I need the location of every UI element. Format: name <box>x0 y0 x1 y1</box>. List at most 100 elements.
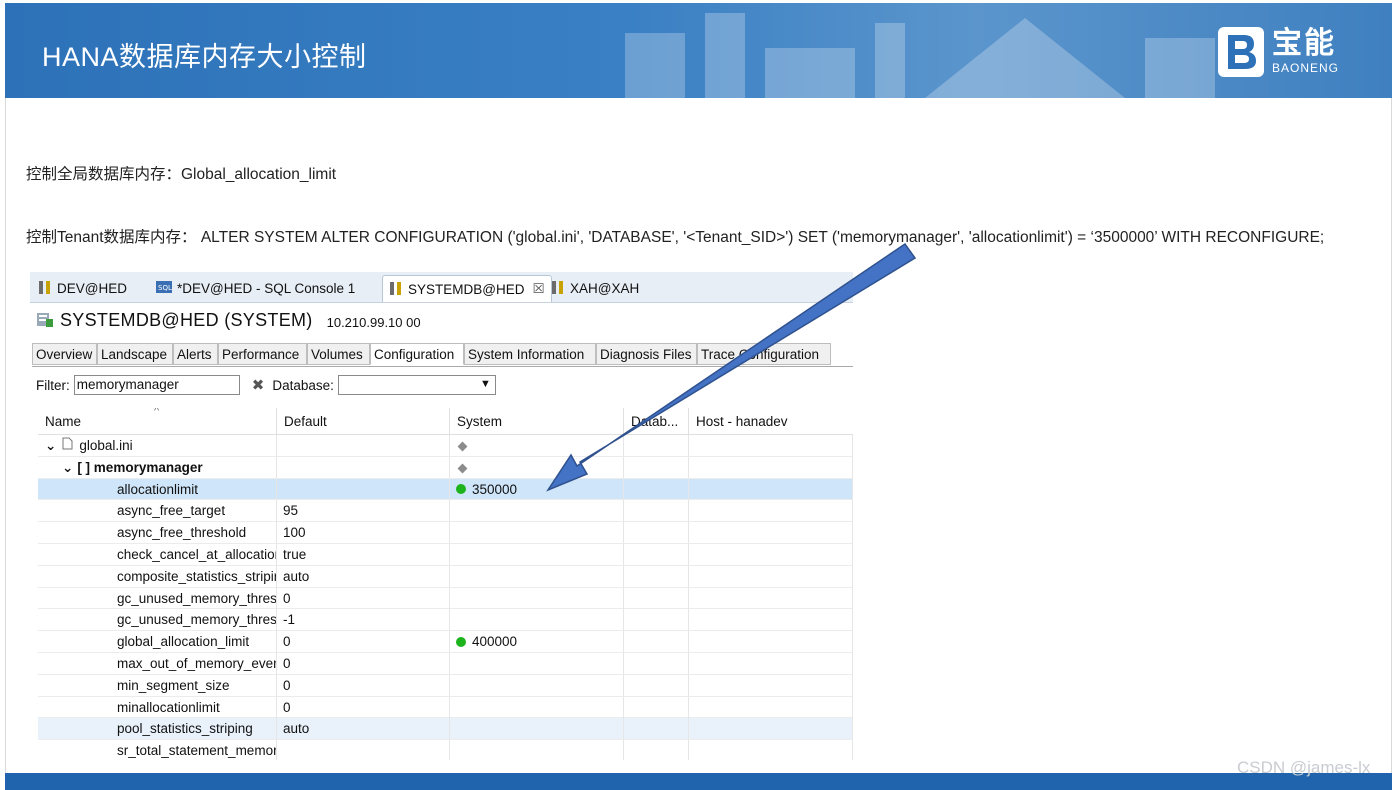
close-icon[interactable]: ☒ <box>532 281 544 297</box>
global-limit-text: 控制全局数据库内存：Global_allocation_limit <box>26 166 337 183</box>
tab-system-information[interactable]: System Information <box>464 343 596 365</box>
grid-cell <box>624 740 689 760</box>
table-row[interactable]: allocationlimit 350000 <box>38 478 853 501</box>
tab-xah-xah[interactable]: XAH@XAH <box>545 275 645 301</box>
system-cell <box>450 435 624 456</box>
table-row[interactable]: async_free_target 95 <box>38 500 853 523</box>
table-row[interactable]: pool_statistics_striping auto <box>38 718 853 741</box>
column-database[interactable]: Datab... <box>624 408 689 434</box>
database-select[interactable]: ▼ <box>337 375 496 395</box>
filter-input[interactable]: memorymanager <box>73 375 240 395</box>
grid-cell <box>624 718 689 740</box>
tab-label: DEV@HED <box>57 280 127 296</box>
table-row[interactable]: min_segment_size 0 <box>38 674 853 697</box>
file-label: global.ini <box>79 438 133 453</box>
system-value <box>450 609 624 631</box>
system-value <box>450 587 624 609</box>
logo-chinese: 宝能 <box>1272 27 1336 60</box>
tab-alerts[interactable]: Alerts <box>173 343 218 365</box>
grid-cell <box>624 653 689 674</box>
grid-cell <box>689 500 853 522</box>
default-value <box>277 478 450 500</box>
parameter-name: gc_unused_memory_threshold <box>38 609 277 631</box>
status-dot-icon <box>456 484 466 495</box>
grid-cell <box>689 631 853 653</box>
default-value <box>277 740 450 760</box>
grid-cell <box>689 478 853 500</box>
grid-cell <box>624 435 689 456</box>
tab-trace-configuration[interactable]: Trace Configuration <box>697 343 831 365</box>
chevron-down-icon[interactable]: ⌄ <box>62 460 73 475</box>
column-system[interactable]: System <box>450 408 624 434</box>
grid-cell <box>689 456 853 478</box>
database-icon <box>36 310 54 331</box>
parameter-name: max_out_of_memory_events <box>38 653 277 674</box>
clear-filter-icon[interactable]: ✖ <box>252 376 265 394</box>
system-icon <box>38 279 52 298</box>
grid-cell <box>624 456 689 478</box>
system-value <box>450 718 624 740</box>
sql-console-icon: SQL <box>156 280 172 296</box>
tab-label: SYSTEMDB@HED <box>408 281 525 297</box>
table-row[interactable]: sr_total_statement_memory <box>38 740 853 760</box>
grid-cell <box>624 544 689 565</box>
tab-label: XAH@XAH <box>570 280 640 296</box>
table-row[interactable]: ⌄ [ ] memorymanager <box>38 456 853 479</box>
sort-ascending-icon: ^ <box>154 408 160 417</box>
column-name[interactable]: Name ^ <box>38 408 277 434</box>
default-value: -1 <box>277 609 450 631</box>
tab-systemdb-hed[interactable]: SYSTEMDB@HED ☒ <box>382 275 552 302</box>
parameter-name: async_free_threshold <box>38 522 277 544</box>
tab-performance[interactable]: Performance <box>218 343 307 365</box>
system-cell <box>450 456 624 478</box>
system-value <box>450 674 624 696</box>
default-value: 0 <box>277 631 450 653</box>
tab-configuration[interactable]: Configuration <box>370 343 464 365</box>
parameter-name: pool_statistics_striping <box>38 718 277 740</box>
table-row[interactable]: global_allocation_limit 0 400000 <box>38 631 853 653</box>
parameter-name: gc_unused_memory_threshold <box>38 587 277 609</box>
tab-sql-console[interactable]: SQL *DEV@HED - SQL Console 1 <box>150 275 361 301</box>
name-cell: ⌄ global.ini <box>38 435 277 456</box>
footer-bar <box>5 773 1392 790</box>
baoneng-logo: 宝能 BAONENG <box>1218 27 1339 77</box>
hana-studio-screenshot: DEV@HED SQL *DEV@HED - SQL Console 1 SYS… <box>30 272 853 760</box>
grid-cell <box>624 674 689 696</box>
tab-landscape[interactable]: Landscape <box>97 343 173 365</box>
grid-cell <box>624 696 689 718</box>
table-row[interactable]: gc_unused_memory_threshold-1 <box>38 609 853 632</box>
grid-cell <box>624 631 689 653</box>
tab-dev-hed[interactable]: DEV@HED <box>32 275 133 301</box>
grid-cell <box>689 587 853 609</box>
chevron-down-icon[interactable]: ⌄ <box>45 438 56 453</box>
grid-cell <box>689 718 853 740</box>
parameter-name: minallocationlimit <box>38 696 277 718</box>
system-ip: 10.210.99.10 00 <box>326 314 421 330</box>
system-value <box>450 544 624 565</box>
default-value: 0 <box>277 587 450 609</box>
tab-diagnosis-files[interactable]: Diagnosis Files <box>596 343 697 365</box>
tab-volumes[interactable]: Volumes <box>307 343 370 365</box>
system-value-text: 400000 <box>472 634 518 650</box>
table-row[interactable]: composite_statistics_striping auto <box>38 565 853 588</box>
system-value <box>450 696 624 718</box>
grid-cell <box>624 587 689 609</box>
system-value <box>450 522 624 544</box>
header-banner: HANA数据库内存大小控制 宝能 BAONENG <box>5 3 1392 98</box>
table-row[interactable]: ⌄ global.ini <box>38 435 853 457</box>
table-row[interactable]: minallocationlimit 0 <box>38 696 853 719</box>
column-default[interactable]: Default <box>277 408 450 434</box>
table-row[interactable]: max_out_of_memory_events 0 <box>38 653 853 675</box>
grid-cell <box>624 522 689 544</box>
table-row[interactable]: gc_unused_memory_threshold0 <box>38 587 853 610</box>
column-host[interactable]: Host - hanadev <box>689 408 853 434</box>
tab-overview[interactable]: Overview <box>32 343 97 365</box>
watermark: CSDN @james-lx <box>1237 758 1371 777</box>
file-icon <box>62 437 73 453</box>
slide-title: HANA数据库内存大小控制 <box>42 42 367 72</box>
default-value: true <box>277 544 450 565</box>
parameter-name: async_free_target <box>38 500 277 522</box>
system-icon <box>389 280 403 299</box>
table-row[interactable]: check_cancel_at_allocation true <box>38 544 853 566</box>
table-row[interactable]: async_free_threshold 100 <box>38 522 853 544</box>
